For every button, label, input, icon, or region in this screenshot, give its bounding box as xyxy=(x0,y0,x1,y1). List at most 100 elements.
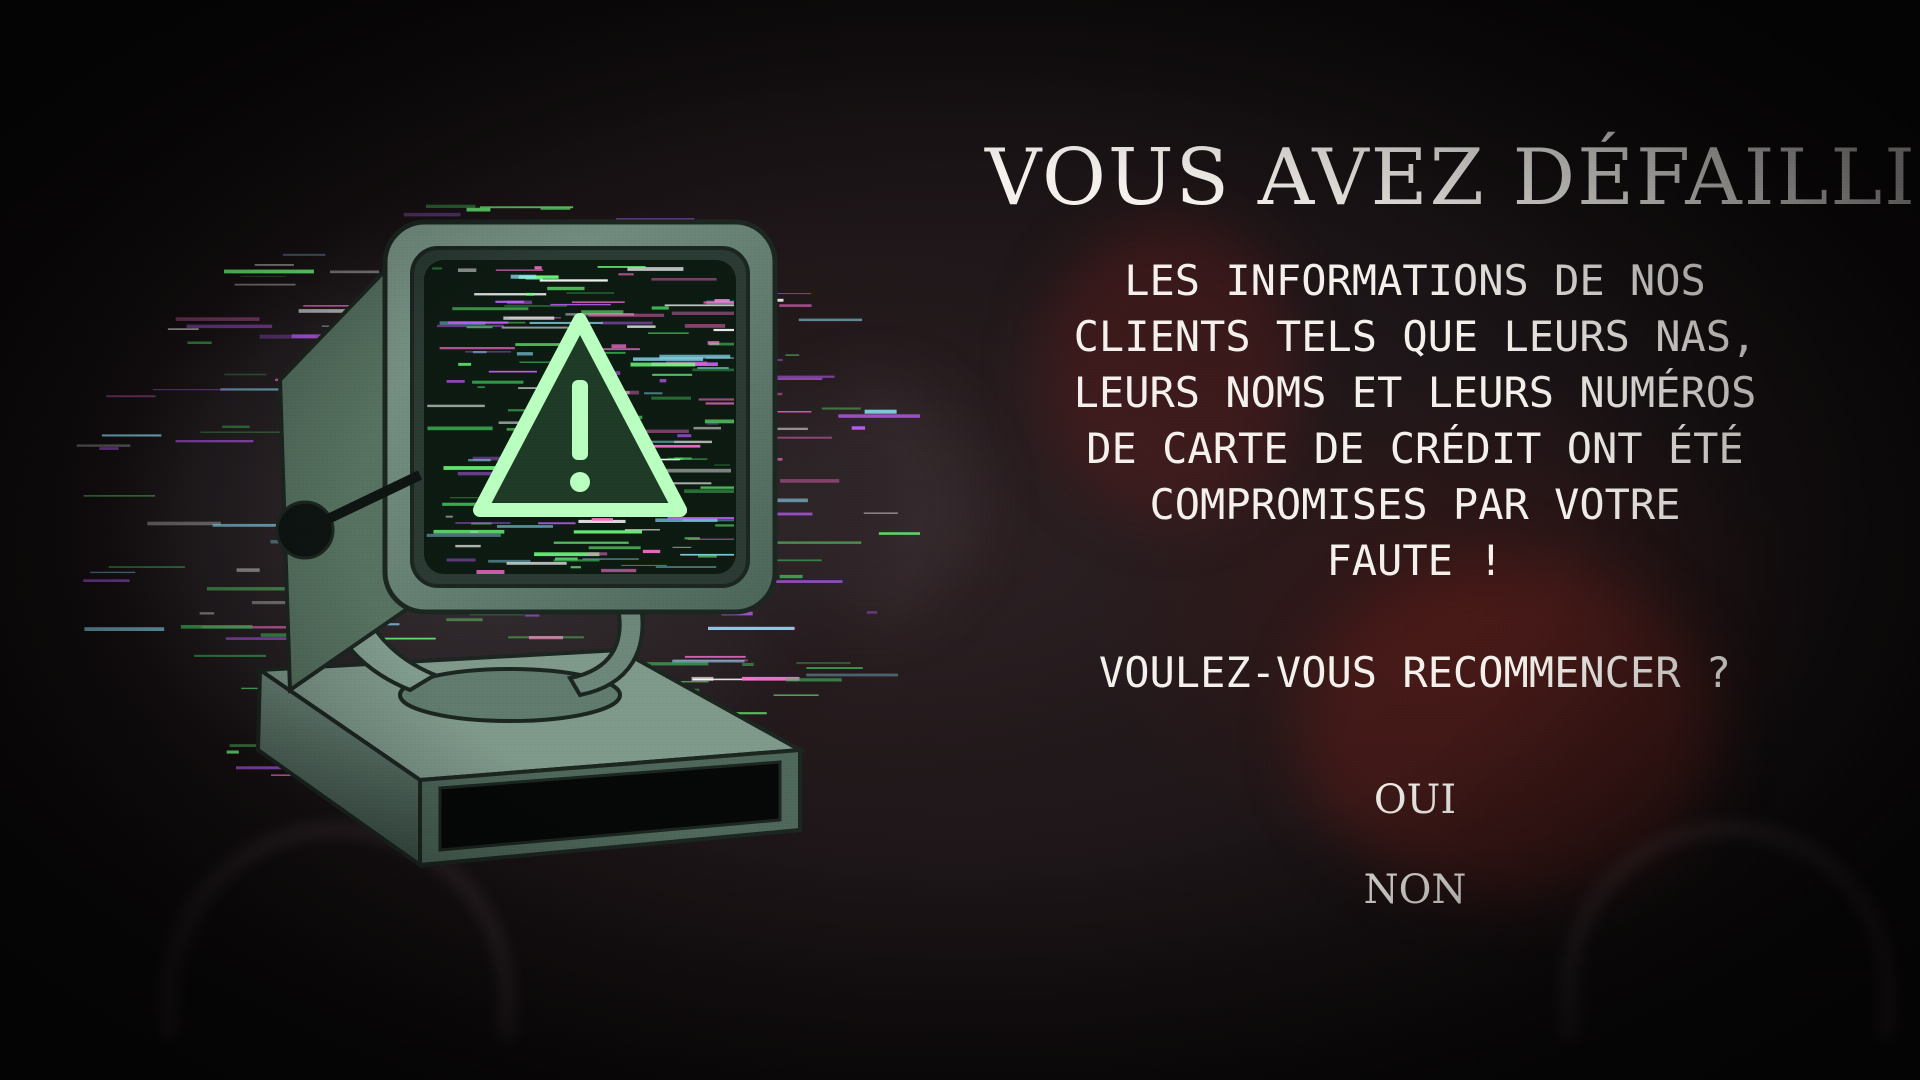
screen-static-line xyxy=(714,464,730,466)
restart-question: VOULEZ-VOUS RECOMMENCER ? xyxy=(1098,648,1732,697)
screen-static-line xyxy=(655,566,717,568)
failure-message-line: CLIENTS TELS QUE LEURS NAS, xyxy=(1073,312,1757,361)
screen-static-line xyxy=(488,559,531,563)
glitch-line xyxy=(167,328,199,330)
screen-static-line xyxy=(497,525,553,528)
screen-static-line xyxy=(651,278,717,281)
screen-static-line xyxy=(455,544,481,548)
screen-static-line xyxy=(698,398,734,401)
failure-message-line: LES INFORMATIONS DE NOS xyxy=(1124,256,1706,305)
screen-static-line xyxy=(538,522,576,525)
screen-static-line xyxy=(644,392,663,395)
restart-no-button[interactable]: NON xyxy=(1315,865,1515,915)
screen-static-line xyxy=(709,342,734,346)
failure-message-line: FAUTE ! xyxy=(1326,536,1504,585)
glitch-line xyxy=(866,611,878,614)
glitch-line xyxy=(330,270,380,274)
screen-static-line xyxy=(550,303,611,306)
glitch-line xyxy=(838,414,920,418)
glitch-line xyxy=(779,574,803,579)
screen-static-line xyxy=(571,301,625,303)
glitch-line xyxy=(772,436,832,439)
glitch-line xyxy=(878,532,920,535)
glitch-line xyxy=(780,479,840,483)
glitch-line xyxy=(83,579,130,582)
screen-static-line xyxy=(477,386,485,388)
failure-message-line: DE CARTE DE CRÉDIT ONT ÉTÉ xyxy=(1086,424,1744,473)
glitch-line xyxy=(796,662,851,665)
glitch-line xyxy=(199,612,215,615)
screen-static-line xyxy=(633,357,704,361)
glitch-line xyxy=(175,317,260,321)
screen-static-line xyxy=(433,529,505,534)
screen-static-line xyxy=(642,549,661,554)
glitch-line xyxy=(206,587,292,591)
screen-static-line xyxy=(651,306,669,310)
screen-static-line xyxy=(465,351,512,353)
glitch-line xyxy=(691,676,714,681)
screen-static-line xyxy=(427,404,485,408)
restart-yes-button[interactable]: OUI xyxy=(1315,775,1515,825)
screen-static-line xyxy=(526,292,535,296)
screen-static-line xyxy=(587,552,608,556)
screen-static-line xyxy=(510,274,537,279)
screen-static-line xyxy=(501,326,568,329)
glitch-line xyxy=(672,660,745,663)
screen-static-line xyxy=(534,266,542,270)
screen-static-line xyxy=(468,459,491,462)
screen-static-line xyxy=(466,326,493,329)
screen-static-line xyxy=(715,524,734,527)
screen-static-line xyxy=(588,546,641,550)
screen-static-line xyxy=(601,568,637,573)
screen-static-line xyxy=(659,379,667,383)
glitch-line xyxy=(786,678,842,682)
screen-static-line xyxy=(547,286,585,291)
screen-static-line xyxy=(630,362,696,367)
glitch-line xyxy=(466,207,491,212)
screen-static-line xyxy=(692,368,734,372)
screen-static-line xyxy=(621,564,667,566)
screen-static-line xyxy=(553,559,600,562)
glitch-line xyxy=(180,625,253,629)
glitch-line xyxy=(224,373,267,376)
screen-static-line xyxy=(677,434,692,438)
glitch-line xyxy=(254,264,294,266)
glitch-line xyxy=(187,341,212,344)
screen-static-line xyxy=(684,537,700,540)
glitch-line xyxy=(147,521,221,526)
screen-static-line xyxy=(446,380,465,383)
glitch-line xyxy=(282,253,326,256)
glitch-line xyxy=(684,655,746,658)
glitch-line xyxy=(236,568,260,572)
screen-static-line xyxy=(439,347,515,350)
failure-message-line: LEURS NOMS ET LEURS NUMÉROS xyxy=(1073,368,1757,417)
screen-static-line xyxy=(618,273,634,276)
screen-static-line xyxy=(553,541,629,544)
glitch-line xyxy=(234,283,296,286)
glitch-line xyxy=(806,673,898,677)
glitch-line xyxy=(222,425,250,428)
game-over-screen: VOUS AVEZ DÉFAILLI LES INFORMATIONS DE N… xyxy=(0,0,1920,1080)
screen-static-line xyxy=(651,396,691,400)
screen-static-line xyxy=(455,522,511,524)
glitch-line xyxy=(798,318,863,322)
screen-static-line xyxy=(597,266,646,268)
screen-static-line xyxy=(448,321,509,324)
glitch-line xyxy=(194,654,266,657)
screen-static-line xyxy=(426,533,501,537)
screen-static-line xyxy=(698,555,717,558)
screen-static-line xyxy=(664,304,734,307)
game-over-title: VOUS AVEZ DÉFAILLI xyxy=(985,133,1917,223)
screen-static-line xyxy=(624,529,660,531)
screen-static-line xyxy=(445,515,453,518)
glitch-line xyxy=(90,571,136,574)
screen-static-line xyxy=(474,293,547,296)
screen-static-line xyxy=(693,426,721,430)
screen-static-line xyxy=(529,321,603,324)
screen-static-line xyxy=(705,402,734,405)
screen-static-line xyxy=(648,332,689,334)
glitch-line xyxy=(779,304,812,307)
screen-static-line xyxy=(432,267,442,270)
failure-message: LES INFORMATIONS DE NOS CLIENTS TELS QUE… xyxy=(985,253,1845,589)
screen-static-line xyxy=(600,321,653,325)
